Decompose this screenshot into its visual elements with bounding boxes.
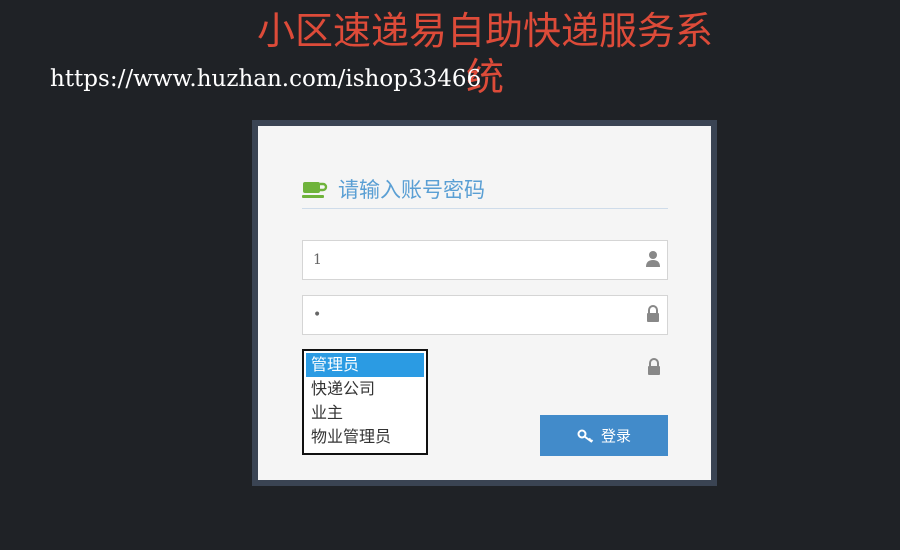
role-option-property-manager[interactable]: 物业管理员 [306, 425, 424, 449]
username-field[interactable] [302, 240, 668, 280]
login-button-label: 登录 [600, 427, 631, 445]
login-box: 请输入账号密码 管理员 快递公司 业主 物业管理员 [258, 126, 711, 480]
key-icon [577, 429, 594, 443]
login-header-text: 请输入账号密码 [338, 178, 485, 202]
role-option-courier[interactable]: 快递公司 [306, 377, 424, 401]
login-header: 请输入账号密码 [302, 170, 668, 209]
username-input[interactable] [303, 241, 633, 279]
password-field[interactable] [302, 295, 668, 335]
user-icon [646, 251, 660, 267]
lock-icon [647, 305, 659, 322]
role-select[interactable]: 管理员 快递公司 业主 物业管理员 [302, 349, 428, 455]
login-frame: 请输入账号密码 管理员 快递公司 业主 物业管理员 [252, 120, 717, 486]
watermark-url: https://www.huzhan.com/ishop33466 [50, 66, 482, 92]
role-option-owner[interactable]: 业主 [306, 401, 424, 425]
lock-icon [648, 358, 660, 375]
coffee-icon [302, 182, 328, 198]
login-button[interactable]: 登录 [540, 415, 668, 456]
password-input[interactable] [303, 296, 633, 334]
role-option-admin[interactable]: 管理员 [306, 353, 424, 377]
